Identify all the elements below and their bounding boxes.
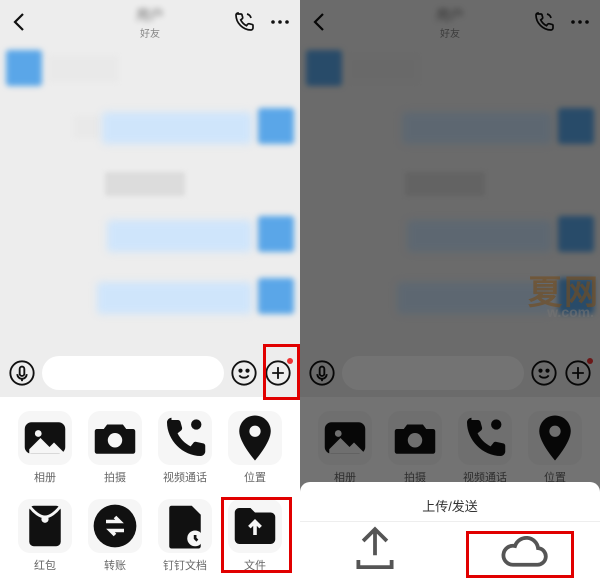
panel-item-shoot[interactable]: 拍摄 (80, 411, 150, 485)
attachment-panel: 相册 拍摄 视频通话 位置 红包 转账 钉钉文档 文件 (0, 397, 300, 579)
right-screenshot: 用户 好友 相册 (300, 0, 600, 579)
file-icon (228, 499, 282, 553)
transfer-icon (88, 499, 142, 553)
back-icon[interactable] (8, 10, 32, 34)
voice-icon[interactable] (8, 359, 36, 387)
redpacket-icon (18, 499, 72, 553)
top-bar: 用户 好友 (0, 0, 300, 44)
phone-icon[interactable] (232, 10, 256, 34)
doc-icon (158, 499, 212, 553)
emoji-icon[interactable] (230, 359, 258, 387)
chat-subtitle: 好友 (136, 25, 164, 40)
sheet-action-cloud[interactable] (450, 522, 600, 579)
panel-item-redpacket[interactable]: 红包 (10, 499, 80, 573)
location-icon (228, 411, 282, 465)
chat-body (0, 44, 300, 349)
panel-item-file[interactable]: 文件 (220, 499, 290, 573)
panel-item-transfer[interactable]: 转账 (80, 499, 150, 573)
chat-title: 用户 (136, 5, 164, 25)
panel-item-album[interactable]: 相册 (10, 411, 80, 485)
upload-send-sheet: 上传/发送 (300, 482, 600, 579)
panel-item-location[interactable]: 位置 (220, 411, 290, 485)
message-input[interactable] (42, 356, 224, 390)
camera-icon (88, 411, 142, 465)
panel-item-video-call[interactable]: 视频通话 (150, 411, 220, 485)
plus-icon[interactable] (264, 359, 292, 387)
image-icon (18, 411, 72, 465)
panel-item-doc[interactable]: 钉钉文档 (150, 499, 220, 573)
sheet-title: 上传/发送 (300, 490, 600, 521)
more-icon[interactable] (268, 10, 292, 34)
video-call-icon (158, 411, 212, 465)
left-screenshot: 用户 好友 相 (0, 0, 300, 579)
input-bar (0, 349, 300, 397)
sheet-action-upload[interactable] (300, 522, 450, 579)
